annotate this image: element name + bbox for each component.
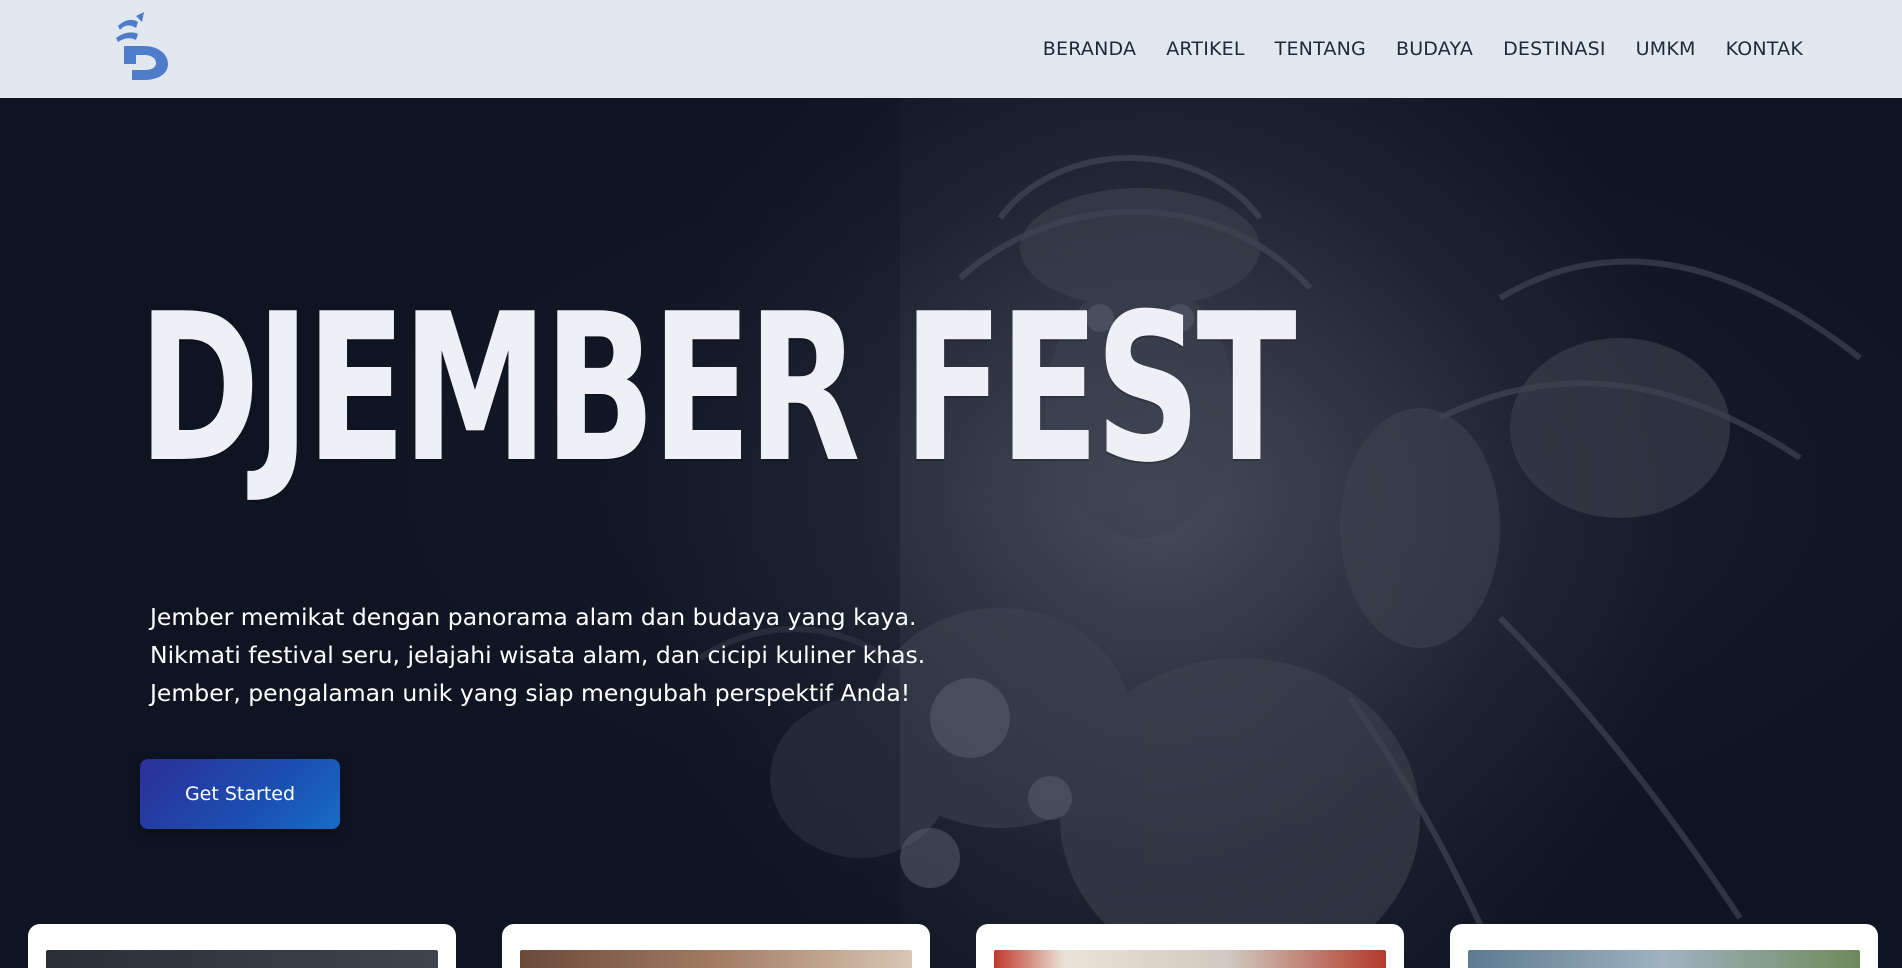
preview-card[interactable] (502, 924, 930, 968)
djember-logo-icon[interactable] (114, 12, 174, 80)
nav-item-umkm[interactable]: UMKM (1621, 38, 1711, 60)
nav-item-artikel[interactable]: ARTIKEL (1151, 38, 1259, 60)
hero-section: DJEMBER FEST Jember memikat dengan panor… (0, 98, 1902, 968)
preview-card[interactable] (976, 924, 1404, 968)
hero-description: Jember memikat dengan panorama alam dan … (150, 598, 930, 712)
preview-card[interactable] (28, 924, 456, 968)
nav-item-destinasi[interactable]: DESTINASI (1488, 38, 1621, 60)
nav-item-kontak[interactable]: KONTAK (1711, 38, 1818, 60)
preview-card[interactable] (1450, 924, 1878, 968)
card-photo-2 (520, 950, 912, 968)
nav-item-beranda[interactable]: BERANDA (1028, 38, 1151, 60)
card-photo-1 (46, 950, 438, 968)
nav-item-budaya[interactable]: BUDAYA (1381, 38, 1488, 60)
nav-item-tentang[interactable]: TENTANG (1260, 38, 1381, 60)
hero-title: DJEMBER FEST (138, 271, 1297, 508)
card-row (0, 924, 1902, 968)
hero-description-line: Jember, pengalaman unik yang siap mengub… (150, 679, 911, 707)
site-header: BERANDA ARTIKEL TENTANG BUDAYA DESTINASI… (0, 0, 1902, 98)
get-started-button[interactable]: Get Started (140, 759, 340, 829)
card-photo-3 (994, 950, 1386, 968)
hero-description-line: Jember memikat dengan panorama alam dan … (150, 603, 917, 631)
costumed-performer-photo (0, 98, 1902, 968)
card-photo-4 (1468, 950, 1860, 968)
main-nav: BERANDA ARTIKEL TENTANG BUDAYA DESTINASI… (1028, 0, 1818, 98)
hero-description-line: Nikmati festival seru, jelajahi wisata a… (150, 641, 926, 669)
